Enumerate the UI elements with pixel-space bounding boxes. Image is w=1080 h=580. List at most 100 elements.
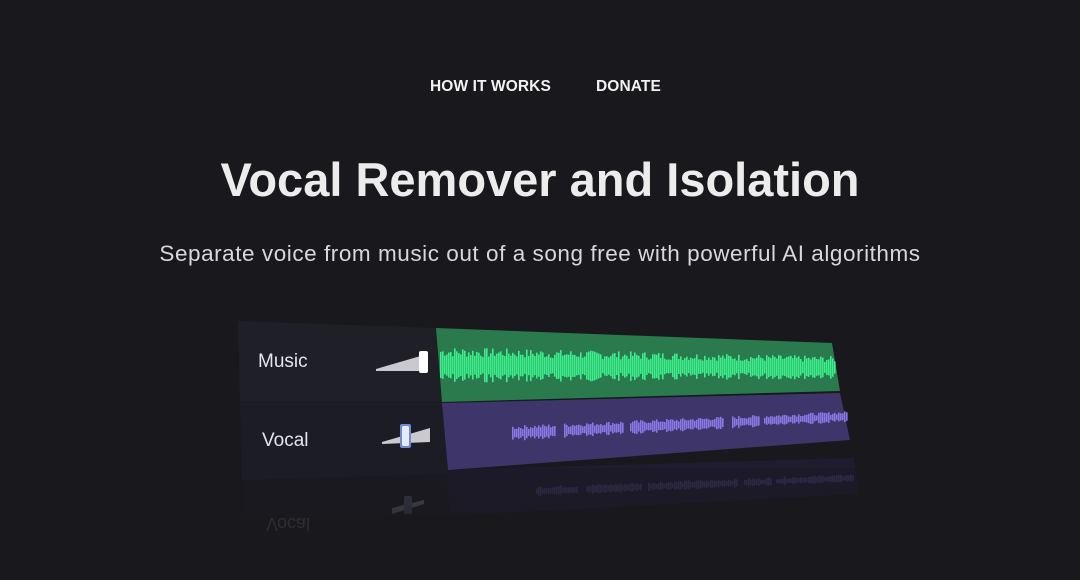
music-wave-bar: [630, 351, 632, 381]
music-wave-bar: [818, 359, 820, 376]
music-wave-bar: [822, 357, 824, 378]
vocal-wave-bar: [634, 420, 636, 434]
music-wave-bar: [694, 358, 696, 375]
vocal-wave-bar: [704, 418, 706, 429]
vocal-wave-bar: [698, 418, 700, 430]
music-wave-bar: [738, 354, 740, 380]
music-wave-bar: [774, 356, 776, 378]
vocal-wave-bar: [750, 417, 752, 426]
vocal-wave-bar: [806, 414, 808, 423]
music-wave-bar: [682, 359, 684, 374]
music-wave-bar: [766, 355, 768, 379]
music-wave-bar: [720, 357, 722, 377]
music-wave-bar: [512, 352, 514, 379]
vocal-wave-bar: [662, 421, 664, 430]
vocal-wave-bar: [722, 418, 724, 428]
mixer-graphic: Vocal: [234, 321, 864, 580]
vocal-wave-bar: [744, 418, 746, 426]
music-wave-bar: [526, 349, 528, 382]
music-wave-bar: [574, 354, 576, 377]
music-wave-bar: [662, 353, 664, 380]
music-wave-bar: [498, 352, 500, 379]
music-wave-bar: [472, 350, 474, 380]
page-title: Vocal Remover and Isolation: [220, 153, 860, 206]
music-wave-bar: [578, 356, 580, 375]
vocal-wave-bar: [720, 416, 722, 429]
vocal-wave-bar: [674, 421, 676, 430]
music-wave-bar: [444, 355, 446, 375]
music-wave-bar: [674, 353, 676, 380]
music-wave-bar: [788, 356, 790, 378]
music-wave-bar: [698, 359, 700, 374]
music-wave-bar: [532, 353, 534, 378]
vocal-wave-bar: [696, 419, 698, 429]
vocal-wave-bar: [824, 412, 826, 423]
music-wave-bar: [802, 361, 804, 374]
vocal-wave-bar: [774, 416, 776, 424]
music-wave-bar: [692, 358, 694, 375]
music-wave-bar: [646, 357, 648, 375]
vocal-wave-bar: [764, 417, 766, 424]
music-wave-bar: [500, 351, 502, 380]
music-wave-bar: [644, 352, 646, 380]
vocal-wave-bar: [818, 412, 820, 424]
vocal-wave-bar: [700, 418, 702, 430]
vocal-wave-bar: [758, 416, 760, 426]
music-wave-bar: [628, 358, 630, 374]
music-wave-bar: [554, 354, 556, 377]
music-wave-bar: [756, 357, 758, 377]
music-wave-bar: [710, 359, 712, 374]
music-wave-bar: [742, 360, 744, 374]
page-subtitle: Separate voice from music out of a song …: [159, 241, 921, 266]
vocal-wave-bar: [642, 420, 644, 433]
vocal-wave-bar: [514, 428, 516, 438]
vocal-wave-bar: [670, 419, 672, 432]
vocal-wave-bar: [594, 425, 596, 433]
music-wave-bar: [730, 356, 732, 378]
music-wave-bar: [768, 356, 770, 378]
vocal-wave-bar: [532, 428, 534, 437]
vocal-wave-bar: [780, 416, 782, 424]
music-wave-bar: [714, 357, 716, 376]
music-wave-bar: [482, 356, 484, 374]
vocal-wave-bar: [644, 422, 646, 432]
vocal-wave-bar: [816, 415, 818, 421]
music-wave-bar: [824, 361, 826, 373]
vocal-wave-bar: [570, 426, 572, 435]
music-wave-bar: [678, 359, 680, 374]
music-volume-handle[interactable]: [419, 351, 428, 373]
music-wave-bar: [760, 357, 762, 377]
music-wave-bar: [516, 356, 518, 375]
music-wave-bar: [634, 352, 636, 380]
vocal-wave-bar: [718, 417, 720, 429]
vocal-wave-bar: [524, 425, 526, 441]
vocal-wave-bar: [526, 426, 528, 439]
music-wave-bar: [556, 352, 558, 379]
vocal-wave-bar: [732, 416, 734, 429]
vocal-volume-handle[interactable]: [402, 426, 409, 446]
vocal-wave-bar: [554, 426, 556, 437]
vocal-wave-bar: [522, 429, 524, 437]
music-wave-bar: [708, 357, 710, 376]
music-wave-bar: [690, 357, 692, 376]
vocal-track-lane: [442, 393, 850, 470]
music-wave-bar: [454, 348, 456, 382]
music-wave-bar: [716, 360, 718, 373]
music-wave-bar: [510, 355, 512, 376]
vocal-wave-bar: [782, 415, 784, 425]
vocal-wave-bar: [660, 421, 662, 431]
vocal-wave-bar: [544, 425, 546, 438]
music-wave-bar: [642, 353, 644, 380]
music-wave-bar: [614, 353, 616, 380]
music-wave-bar: [670, 359, 672, 373]
vocal-wave-bar: [576, 425, 578, 435]
music-wave-bar: [790, 355, 792, 379]
nav-link-donate[interactable]: DONATE: [596, 78, 661, 96]
music-wave-bar: [470, 355, 472, 376]
vocal-wave-bar: [768, 417, 770, 424]
music-wave-bar: [794, 355, 796, 380]
nav-link-how-it-works[interactable]: HOW IT WORKS: [430, 78, 551, 96]
music-wave-bar: [676, 353, 678, 380]
vocal-wave-bar: [666, 419, 668, 432]
vocal-wave-bar: [826, 413, 828, 422]
